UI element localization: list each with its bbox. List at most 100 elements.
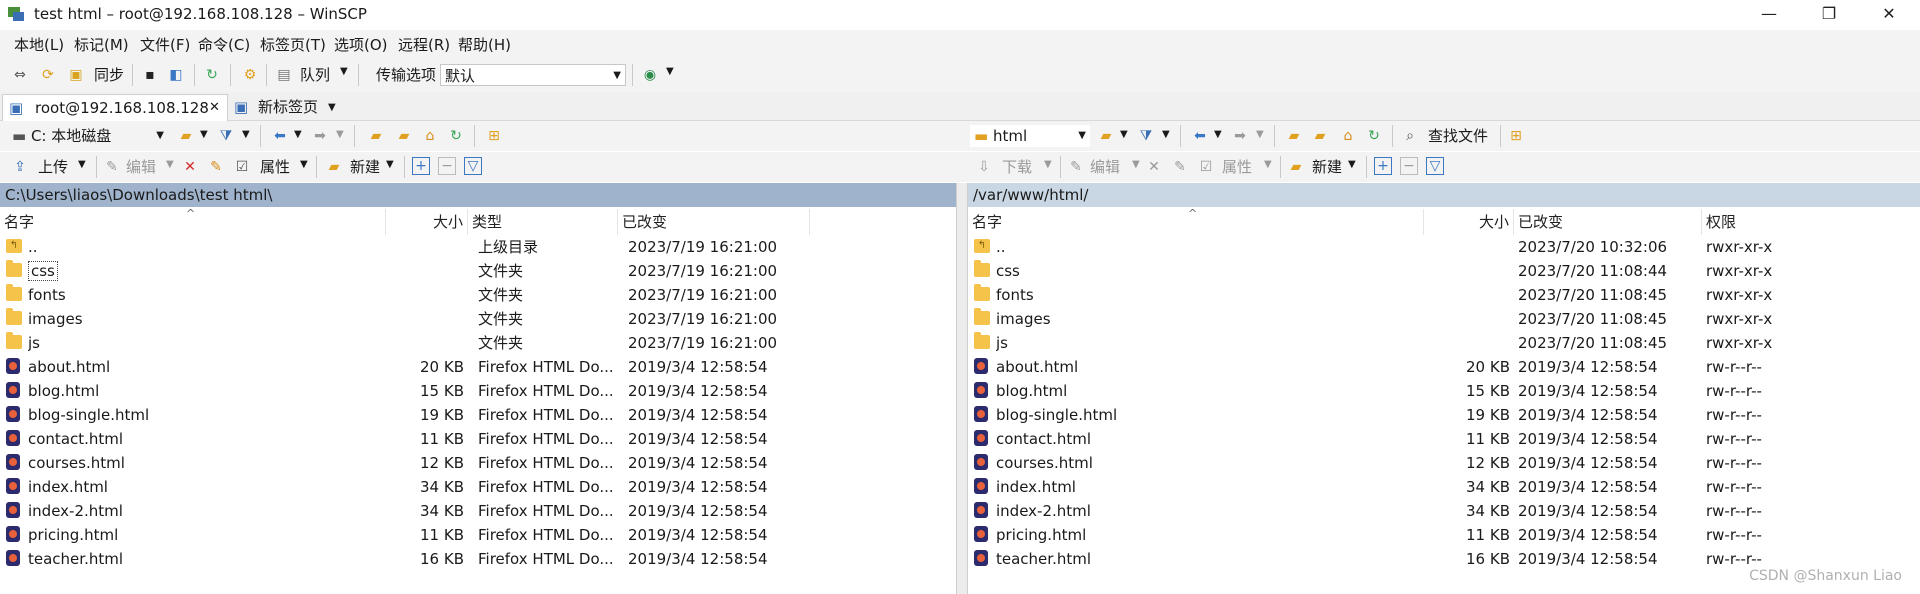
local-column-size[interactable]: 大小 [386,209,468,235]
select-all-plus-icon[interactable]: + [412,157,430,175]
chevron-down-icon[interactable]: ▼ [166,159,174,170]
home-icon[interactable]: ⌂ [1338,126,1358,146]
file-row[interactable]: index.html 34 KB Firefox HTML Do... 2019/3/… [0,475,956,499]
file-row[interactable]: contact.html 11 KB 2019/3/4 12:58:54 rw-r--… [968,427,1920,451]
console-icon[interactable]: ▪ [140,65,160,85]
file-row[interactable]: teacher.html 16 KB Firefox HTML Do... 2019/… [0,547,956,571]
local-new-button[interactable]: 新建 [350,156,380,178]
select-all-plus-icon[interactable]: + [1374,157,1392,175]
globe-sync-icon[interactable]: ◉ [640,65,660,85]
file-row[interactable]: js 2023/7/20 11:08:45 rwxr-xr-x [968,331,1920,355]
chevron-down-icon[interactable]: ▼ [300,159,308,170]
root-directory-icon[interactable]: ▰ [1310,126,1330,146]
root-directory-icon[interactable]: ▰ [394,126,414,146]
chevron-down-icon[interactable]: ▼ [1214,129,1222,140]
edit-icon[interactable]: ✎ [102,157,122,177]
open-directory-icon[interactable]: ▰ [1096,126,1116,146]
remote-properties-button[interactable]: 属性 [1222,156,1252,178]
unselect-minus-icon[interactable]: − [438,157,456,175]
file-row[interactable]: blog.html 15 KB Firefox HTML Do... 2019/3/4… [0,379,956,403]
local-path-bar[interactable]: C:\Users\liaos\Downloads\test html\ [0,183,956,207]
synchronize-icon[interactable]: ▣ [66,65,86,85]
tree-icon[interactable]: ⊞ [1506,126,1526,146]
local-file-list[interactable]: 名字 ^ 大小 类型 已改变 ↰.. 上级目录 2023/7/19 16:21:00… [0,209,956,594]
compare-directories-icon[interactable]: ⇔ [10,65,30,85]
chevron-down-icon[interactable]: ▼ [78,159,86,170]
synchronize-browsing-icon[interactable]: ⟳ [38,65,58,85]
file-row[interactable]: blog-single.html 19 KB Firefox HTML Do... 2… [0,403,956,427]
file-row[interactable]: courses.html 12 KB 2019/3/4 12:58:54 rw-r--… [968,451,1920,475]
synchronize-button[interactable]: 同步 [94,64,124,86]
forward-arrow-icon[interactable]: ➡ [310,126,330,146]
file-row[interactable]: js 文件夹 2023/7/19 16:21:00 [0,331,956,355]
file-row[interactable]: about.html 20 KB Firefox HTML Do... 2019/3/… [0,355,956,379]
remote-path-bar[interactable]: /var/www/html/ [968,183,1920,207]
open-directory-icon[interactable]: ▰ [176,126,196,146]
chevron-down-icon[interactable]: ▼ [666,66,674,77]
back-arrow-icon[interactable]: ⬅ [1190,126,1210,146]
remote-column-size[interactable]: 大小 [1424,209,1514,235]
filter-select-icon[interactable]: ▽ [1426,157,1444,175]
edit-icon[interactable]: ✎ [1066,157,1086,177]
chevron-down-icon[interactable]: ▼ [242,129,250,140]
menu-options[interactable]: 选项(O) [334,34,388,55]
chevron-down-icon[interactable]: ▼ [328,95,336,121]
local-edit-button[interactable]: 编辑 [126,156,156,178]
refresh-icon[interactable]: ↻ [446,126,466,146]
find-files-icon[interactable]: ⌕ [1400,126,1420,146]
delete-icon[interactable]: ✕ [180,157,200,177]
chevron-down-icon[interactable]: ▼ [1044,159,1052,170]
file-row[interactable]: blog.html 15 KB 2019/3/4 12:58:54 rw-r--r-- [968,379,1920,403]
parent-directory-icon[interactable]: ▰ [366,126,386,146]
file-row[interactable]: index-2.html 34 KB Firefox HTML Do... 2019/… [0,499,956,523]
rename-icon[interactable]: ✎ [206,157,226,177]
file-row[interactable]: index-2.html 34 KB 2019/3/4 12:58:54 rw-r--… [968,499,1920,523]
menu-mark[interactable]: 标记(M) [74,34,129,55]
chevron-down-icon[interactable]: ▼ [386,159,394,170]
menu-commands[interactable]: 命令(C) [198,34,250,55]
file-row[interactable]: pricing.html 11 KB Firefox HTML Do... 2019/… [0,523,956,547]
file-row[interactable]: ↰.. 上级目录 2023/7/19 16:21:00 [0,235,956,259]
chevron-down-icon[interactable]: ▼ [1348,159,1356,170]
forward-arrow-icon[interactable]: ➡ [1230,126,1250,146]
file-row[interactable]: fonts 文件夹 2023/7/19 16:21:00 [0,283,956,307]
filter-icon[interactable]: ⧩ [1136,126,1156,146]
file-row[interactable]: css 文件夹 2023/7/19 16:21:00 [0,259,956,283]
local-drive-select[interactable]: ▬ C: 本地磁盘 ▼ [8,125,168,147]
remote-column-changed[interactable]: 已改变 [1514,209,1702,235]
file-row[interactable]: courses.html 12 KB Firefox HTML Do... 2019/… [0,451,956,475]
home-icon[interactable]: ⌂ [420,126,440,146]
file-row[interactable]: about.html 20 KB 2019/3/4 12:58:54 rw-r--r-… [968,355,1920,379]
chevron-down-icon[interactable]: ▼ [200,129,208,140]
file-row[interactable]: images 文件夹 2023/7/19 16:21:00 [0,307,956,331]
menu-local[interactable]: 本地(L) [14,34,64,55]
back-arrow-icon[interactable]: ⬅ [270,126,290,146]
file-row[interactable]: pricing.html 11 KB 2019/3/4 12:58:54 rw-r--… [968,523,1920,547]
unselect-minus-icon[interactable]: − [1400,157,1418,175]
chevron-down-icon[interactable]: ▼ [1162,129,1170,140]
maximize-button[interactable]: ❐ [1800,0,1858,28]
menu-tabs[interactable]: 标签页(T) [260,34,326,55]
new-folder-icon[interactable]: ▰ [1286,157,1306,177]
file-row[interactable]: index.html 34 KB 2019/3/4 12:58:54 rw-r--r-… [968,475,1920,499]
properties-icon[interactable]: ☑ [1196,157,1216,177]
file-row[interactable]: blog-single.html 19 KB 2019/3/4 12:58:54 rw… [968,403,1920,427]
queue-button[interactable]: 队列 [300,64,330,86]
remote-new-button[interactable]: 新建 [1312,156,1342,178]
chevron-down-icon[interactable]: ▼ [340,66,348,77]
chevron-down-icon[interactable]: ▼ [294,129,302,140]
upload-button[interactable]: 上传 [38,156,68,178]
filter-select-icon[interactable]: ▽ [464,157,482,175]
remote-edit-button[interactable]: 编辑 [1090,156,1120,178]
chevron-down-icon[interactable]: ▼ [1132,159,1140,170]
pane-splitter[interactable] [956,183,968,594]
file-row[interactable]: css 2023/7/20 11:08:44 rwxr-xr-x [968,259,1920,283]
download-button[interactable]: 下载 [1002,156,1032,178]
refresh-icon[interactable]: ↻ [202,65,222,85]
remote-directory-select[interactable]: ▬ html ▼ [970,125,1090,147]
transfer-settings-select[interactable]: 默认 ▼ [440,64,626,86]
remote-file-list[interactable]: 名字 ^ 大小 已改变 权限 ↰.. 2023/7/20 10:32:06 rwxr… [968,209,1920,594]
putty-icon[interactable]: ◧ [166,65,186,85]
chevron-down-icon[interactable]: ▼ [336,129,344,140]
local-column-changed[interactable]: 已改变 [618,209,810,235]
